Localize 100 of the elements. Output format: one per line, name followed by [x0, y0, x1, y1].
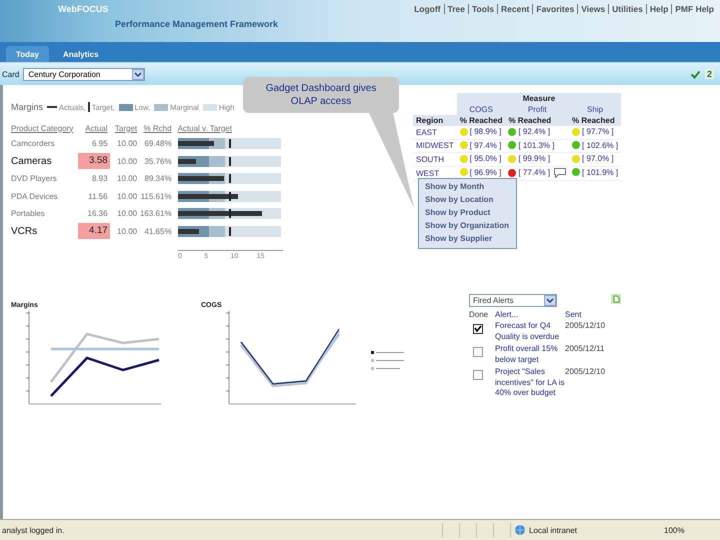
- percent-reached[interactable]: [ 97.7% ]: [582, 127, 614, 136]
- percent-reached: 115.61%: [140, 192, 172, 201]
- product-name: VCRs: [11, 226, 38, 237]
- sent-date: 2005/12/10: [565, 367, 606, 378]
- callout-text: Gadget Dashboard gives OLAP access: [264, 82, 378, 108]
- percent-reached[interactable]: [ 101.3% ]: [518, 140, 554, 150]
- menu-item[interactable]: Show by Product: [419, 207, 516, 220]
- actual-value: 16.36: [86, 209, 109, 218]
- refresh-icon[interactable]: [611, 294, 621, 304]
- tab[interactable]: Analytics: [52, 46, 109, 62]
- status-text: analyst logged in.: [1, 526, 66, 534]
- target-marker: [229, 226, 231, 236]
- column-header: % Reached: [505, 115, 570, 126]
- actual-value: 3.58: [78, 153, 110, 170]
- card-select[interactable]: Century Corporation: [23, 68, 146, 80]
- actual-value: 11.56: [87, 192, 109, 201]
- header-link[interactable]: PMF Help: [671, 4, 714, 14]
- header-link[interactable]: Recent: [497, 4, 530, 14]
- column-header: % Reached: [569, 115, 622, 126]
- chart-legend-drawing: [371, 350, 407, 372]
- actual-value: 8.93: [90, 174, 109, 184]
- column-header: % Rchd: [142, 124, 172, 132]
- percent-reached: 69.48%: [143, 139, 172, 148]
- margins-title: Margins: [11, 102, 44, 112]
- sent-date: 2005/12/11: [565, 344, 606, 355]
- count-badge[interactable]: 2: [704, 69, 714, 79]
- measure-header: Measure: [456, 93, 622, 104]
- header-link[interactable]: Logoff: [414, 4, 440, 14]
- product-name: Cameras: [11, 156, 53, 167]
- product-name: PDA Devices: [11, 192, 59, 201]
- region-link[interactable]: EAST: [413, 126, 457, 139]
- checkbox[interactable]: [473, 370, 483, 380]
- header-link[interactable]: Views: [577, 4, 606, 14]
- dropdown-icon: [132, 68, 144, 80]
- product-name: DVD Players: [11, 174, 58, 184]
- header-link[interactable]: Tree: [444, 4, 465, 14]
- measure-name[interactable]: Ship: [569, 104, 622, 115]
- target-marker: [229, 174, 231, 184]
- comment-icon[interactable]: [554, 168, 566, 178]
- region-header: Region: [413, 115, 457, 126]
- globe-icon: [514, 524, 526, 536]
- percent-reached[interactable]: [ 77.4% ]: [518, 168, 550, 177]
- alert-link[interactable]: Forecast for Q4 Quality is overdue: [495, 321, 565, 342]
- target-marker: [229, 209, 231, 218]
- percent-reached: 89.34%: [143, 174, 172, 184]
- measure-name[interactable]: Profit: [505, 104, 570, 115]
- menu-item[interactable]: Show by Month: [419, 181, 516, 194]
- column-header: Done: [469, 310, 490, 321]
- zoom-level[interactable]: 100%: [624, 526, 684, 534]
- target-value: 10.00: [116, 209, 138, 218]
- security-zone: Local intranet: [529, 526, 578, 534]
- check-icon[interactable]: [690, 68, 701, 80]
- target-marker: [229, 139, 231, 148]
- percent-reached[interactable]: [ 97.4% ]: [470, 140, 502, 150]
- product-name: Camcorders: [11, 139, 56, 148]
- header-link[interactable]: Help: [646, 4, 668, 14]
- column-header[interactable]: Alert...: [495, 310, 565, 321]
- column-header: Actual v. Target: [178, 124, 233, 132]
- column-header: Actual: [84, 124, 109, 132]
- menu-item[interactable]: Show by Supplier: [419, 233, 516, 246]
- checkbox[interactable]: [473, 324, 483, 334]
- target-value: 10.00: [116, 156, 138, 166]
- checkbox[interactable]: [473, 347, 483, 357]
- column-header: % Reached: [456, 115, 506, 126]
- percent-reached[interactable]: [ 96.9% ]: [470, 168, 502, 177]
- alert-link[interactable]: Profit overall 15% below target: [495, 344, 565, 365]
- column-header: Product Category: [11, 124, 74, 132]
- percent-reached[interactable]: [ 95.0% ]: [470, 154, 502, 163]
- column-header: Target: [114, 124, 138, 132]
- target-value: 10.00: [116, 192, 138, 201]
- product-name: Portables: [11, 209, 46, 218]
- percent-reached[interactable]: [ 101.9% ]: [582, 168, 618, 177]
- region-link[interactable]: MIDWEST: [413, 139, 457, 152]
- target-marker: [229, 192, 231, 201]
- brand-name: WebFOCUS: [58, 4, 108, 14]
- region-link[interactable]: SOUTH: [413, 152, 457, 166]
- actual-value: 4.17: [78, 223, 110, 240]
- percent-reached[interactable]: [ 97.0% ]: [582, 154, 614, 163]
- sent-date: 2005/12/10: [565, 321, 606, 332]
- percent-reached[interactable]: [ 102.6% ]: [582, 140, 618, 150]
- menu-item[interactable]: Show by Organization: [419, 220, 516, 233]
- percent-reached[interactable]: [ 92.4% ]: [518, 127, 550, 136]
- percent-reached: 35.76%: [143, 156, 172, 166]
- percent-reached: 163.61%: [138, 209, 172, 218]
- percent-reached[interactable]: [ 98.9% ]: [470, 127, 502, 136]
- alert-link[interactable]: Project "Sales incentives" for LA is 40% over budget: [495, 367, 565, 398]
- menu-item[interactable]: Show by Location: [419, 194, 516, 207]
- percent-reached[interactable]: [ 99.9% ]: [518, 154, 550, 163]
- card-label: Card: [2, 70, 20, 78]
- dropdown-icon: [544, 295, 556, 306]
- header-link[interactable]: Favorites: [532, 4, 574, 14]
- header-link[interactable]: Tools: [468, 4, 494, 14]
- target-value: 10.00: [116, 139, 138, 148]
- measure-name[interactable]: COGS: [456, 104, 506, 115]
- alert-filter-select[interactable]: Fired Alerts: [469, 294, 557, 307]
- actual-value: 6.95: [90, 139, 109, 148]
- header-link[interactable]: Utilities: [608, 4, 643, 14]
- target-marker: [229, 156, 231, 166]
- column-header[interactable]: Sent: [565, 310, 613, 321]
- target-value: 10.00: [116, 174, 138, 184]
